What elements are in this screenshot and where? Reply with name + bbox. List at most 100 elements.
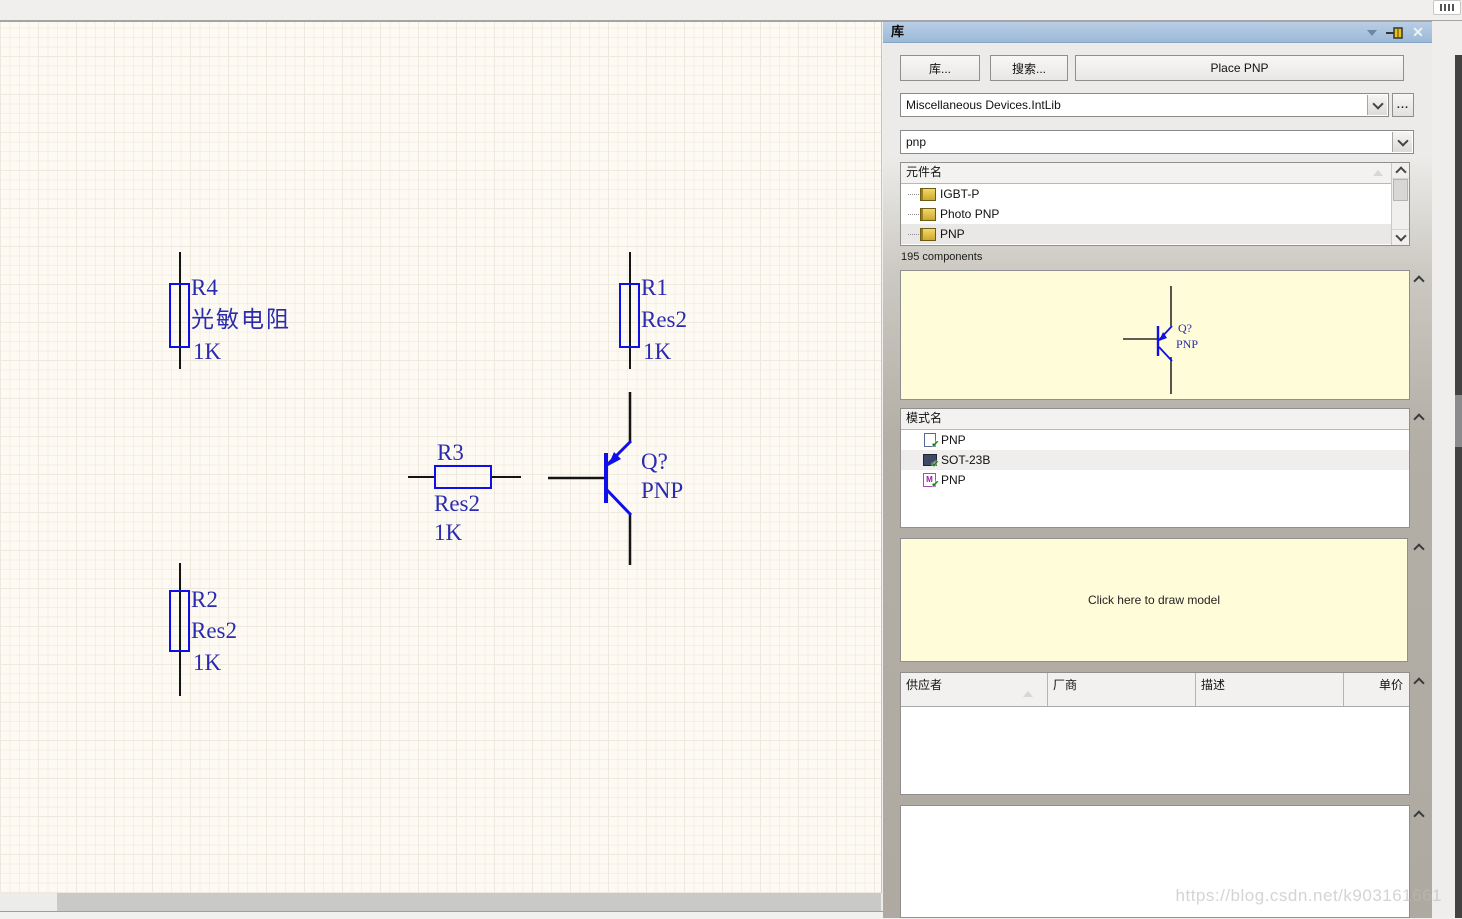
canvas-hscroll-thumb[interactable]: [57, 893, 881, 911]
window-top-strip: [0, 0, 1462, 22]
model-list-header-label: 模式名: [906, 411, 943, 425]
pnp-transistor-symbol: [548, 392, 633, 565]
value: 1K: [434, 520, 463, 545]
model-preview-area[interactable]: Click here to draw model: [900, 538, 1408, 662]
symbol-preview[interactable]: Q? PNP: [900, 270, 1410, 400]
pnp-preview-symbol: [1123, 286, 1173, 394]
sort-ascending-icon: [1373, 170, 1383, 176]
libraries-panel: 库 ✕ 库... 搜索... Place PNP ... 元件名: [883, 22, 1432, 918]
scroll-up-icon[interactable]: [1412, 809, 1426, 822]
designator: R1: [641, 275, 668, 300]
sort-ascending-icon: [1023, 691, 1033, 697]
designator: R2: [191, 587, 218, 612]
component-chip-icon: [920, 207, 936, 221]
library-dropdown[interactable]: [900, 93, 1389, 117]
wire: [408, 476, 436, 478]
panels-icon[interactable]: [1433, 0, 1461, 15]
column-description[interactable]: 描述: [1196, 673, 1344, 706]
designator: R3: [437, 440, 464, 465]
sim-model-icon: M ✔: [923, 473, 939, 489]
tree-branch: [908, 193, 919, 195]
pin-icon[interactable]: [1386, 27, 1404, 39]
draw-model-hint: Click here to draw model: [1087, 593, 1221, 607]
model-row[interactable]: M ✔ PNP: [901, 470, 1409, 490]
chevron-down-icon[interactable]: [1392, 132, 1412, 152]
model-row[interactable]: ✔ PNP: [901, 430, 1409, 450]
comment: Res2: [641, 307, 687, 332]
filter-input[interactable]: [901, 131, 1413, 153]
more-button[interactable]: ...: [1392, 93, 1414, 117]
filter-dropdown[interactable]: [900, 130, 1414, 154]
model-name: PNP: [941, 473, 966, 487]
column-supplier[interactable]: 供应者: [901, 673, 1048, 706]
component-name: Photo PNP: [940, 207, 1000, 221]
value: 1K: [643, 339, 672, 364]
supplier-table-header: 供应者 厂商 描述 单价: [901, 673, 1409, 707]
libraries-button-label: 库...: [928, 61, 951, 76]
component-list-scrollbar[interactable]: [1391, 163, 1409, 245]
schematic-canvas[interactable]: R4 光敏电阻 1K R1 Res2 1K R3 Res2 1K R2 Res2…: [0, 22, 882, 893]
component-name: IGBT-P: [940, 187, 980, 201]
component-row-selected[interactable]: PNP: [901, 224, 1409, 244]
model-row-selected[interactable]: ✔ SOT-23B: [901, 450, 1409, 470]
search-button-label: 搜索...: [1011, 61, 1046, 76]
scrollbar-thumb[interactable]: [1393, 179, 1408, 201]
comment: 光敏电阻: [191, 307, 291, 332]
model-list-header[interactable]: 模式名: [901, 409, 1409, 430]
resistor-body: [169, 283, 190, 348]
wire: [490, 476, 521, 478]
comment: Res2: [191, 618, 237, 643]
chevron-down-icon[interactable]: [1367, 30, 1377, 36]
component-list-header-label: 元件名: [906, 165, 943, 179]
place-button-label: Place PNP: [1210, 61, 1269, 75]
panel-titlebar[interactable]: 库 ✕: [883, 22, 1432, 43]
library-dropdown-input[interactable]: [901, 94, 1388, 116]
component-row[interactable]: IGBT-P: [901, 184, 1409, 204]
value: 1K: [193, 650, 222, 675]
footprint-icon: ✔: [923, 453, 939, 469]
panel-title: 库: [891, 24, 905, 39]
scroll-down-icon[interactable]: [1392, 229, 1409, 245]
model-name: PNP: [941, 433, 966, 447]
simulation-file-icon: ✔: [923, 433, 939, 449]
scroll-up-icon[interactable]: [1392, 163, 1409, 179]
scroll-up-icon[interactable]: [1412, 274, 1426, 287]
tree-branch: [908, 233, 919, 235]
resistor-body: [434, 465, 492, 489]
scroll-up-icon[interactable]: [1412, 676, 1426, 689]
preview-type: PNP: [1176, 337, 1199, 351]
component-name: PNP: [940, 227, 965, 241]
component-list-header[interactable]: 元件名: [901, 163, 1409, 184]
component-list: 元件名 IGBT-P Photo PNP PNP: [900, 162, 1410, 246]
canvas-horizontal-scrollbar[interactable]: [0, 893, 883, 911]
component-chip-icon: [920, 187, 936, 201]
close-icon[interactable]: ✕: [1410, 22, 1426, 43]
libraries-button[interactable]: 库...: [900, 55, 980, 81]
column-manufacturer[interactable]: 厂商: [1048, 673, 1196, 706]
component-count: 195 components: [901, 251, 983, 263]
comment: Res2: [434, 491, 480, 516]
value: 1K: [193, 339, 222, 364]
page-scrollbar[interactable]: [1455, 55, 1462, 918]
component-row[interactable]: Photo PNP: [901, 204, 1409, 224]
scroll-up-icon[interactable]: [1412, 412, 1426, 425]
scroll-up-icon[interactable]: [1412, 542, 1426, 555]
model-name: SOT-23B: [941, 453, 991, 467]
resistor-body: [169, 590, 190, 652]
supplier-table: 供应者 厂商 描述 单价: [900, 672, 1410, 795]
designator: R4: [191, 275, 218, 300]
more-button-label: ...: [1396, 99, 1410, 111]
model-list: 模式名 ✔ PNP ✔ SOT-23B M ✔ PNP: [900, 408, 1410, 528]
component-chip-icon: [920, 227, 936, 241]
chevron-down-icon[interactable]: [1367, 95, 1387, 115]
resistor-body: [619, 283, 640, 348]
column-unit-price[interactable]: 单价: [1344, 673, 1409, 706]
designator: Q?: [641, 449, 668, 474]
tree-branch: [908, 213, 919, 215]
search-button[interactable]: 搜索...: [990, 55, 1068, 81]
comment: PNP: [641, 478, 684, 503]
preview-designator: Q?: [1178, 321, 1192, 335]
watermark: https://blog.csdn.net/k903161661: [1175, 886, 1442, 905]
page-scrollbar-thumb[interactable]: [1455, 395, 1462, 447]
place-button[interactable]: Place PNP: [1075, 55, 1404, 81]
